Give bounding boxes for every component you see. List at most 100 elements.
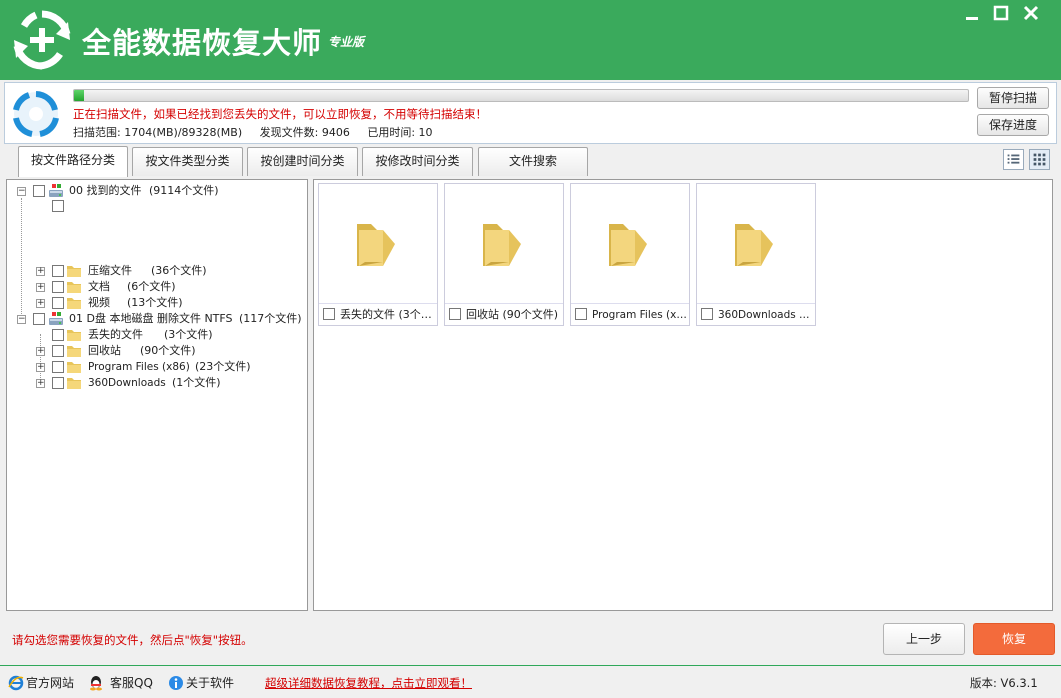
thumbnail-view-icon[interactable] <box>1029 149 1050 170</box>
minimize-button[interactable] <box>961 4 983 24</box>
collapse-toggle[interactable]: − <box>17 187 26 196</box>
folder-icon <box>67 266 81 277</box>
elapsed-time: 已用时间: 10 <box>367 126 433 139</box>
scan-range: 扫描范围: 1704(MB)/89328(MB) <box>73 126 243 139</box>
tree-checkbox[interactable] <box>52 377 64 389</box>
folder-icon <box>67 362 81 373</box>
tab-by-type[interactable]: 按文件类型分类 <box>132 147 243 176</box>
file-name: 360Downloads (1个文件) <box>718 309 813 321</box>
scan-progress-bar <box>73 89 969 102</box>
app-title: 全能数据恢复大师 <box>82 26 323 60</box>
folder-icon <box>67 346 81 357</box>
expand-toggle[interactable]: + <box>36 267 45 276</box>
expand-toggle[interactable]: + <box>36 379 45 388</box>
file-caption: 丢失的文件 (3个文件) <box>319 303 437 325</box>
file-caption: Program Files (x86) (23个文件) <box>571 303 689 325</box>
tree-node-archives[interactable]: + 压缩文件 (36个文件) <box>7 263 307 279</box>
found-count: 发现文件数: 9406 <box>259 126 350 139</box>
website-label: 官方网站 <box>26 676 75 690</box>
scan-progress-fill <box>74 90 84 101</box>
file-checkbox[interactable] <box>701 308 713 320</box>
folder-icon <box>67 282 81 293</box>
tab-by-created[interactable]: 按创建时间分类 <box>247 147 358 176</box>
tree-checkbox[interactable] <box>52 297 64 309</box>
maximize-button[interactable] <box>990 4 1012 24</box>
tree-label: 文档 <box>88 280 110 293</box>
folder-icon <box>735 224 773 266</box>
tree-node-recycle-bin[interactable]: + 回收站 (90个文件) <box>7 343 307 359</box>
file-card[interactable]: 丢失的文件 (3个文件) <box>318 183 438 326</box>
file-card[interactable]: Program Files (x86) (23个文件) <box>570 183 690 326</box>
tree-label: 丢失的文件 <box>88 328 143 341</box>
qq-label: 客服QQ <box>110 676 153 690</box>
expand-toggle[interactable]: + <box>36 363 45 372</box>
close-button[interactable] <box>1020 4 1042 24</box>
tutorial-link[interactable]: 超级详细数据恢复教程，点击立即观看！ <box>265 675 472 691</box>
tree-checkbox[interactable] <box>52 265 64 277</box>
tree-node-program-files[interactable]: + Program Files (x86) (23个文件) <box>7 359 307 375</box>
tree-checkbox[interactable] <box>33 313 45 325</box>
save-progress-button[interactable]: 保存进度 <box>977 114 1049 136</box>
tree-node-found-files[interactable]: − 00 找到的文件 (9114个文件) <box>7 183 307 199</box>
file-checkbox[interactable] <box>575 308 587 320</box>
pause-scan-button[interactable]: 暂停扫描 <box>977 87 1049 109</box>
tree-count: (36个文件) <box>151 264 207 277</box>
tree-checkbox[interactable] <box>33 185 45 197</box>
tab-file-search[interactable]: 文件搜索 <box>478 147 588 176</box>
tree-checkbox[interactable] <box>52 200 64 212</box>
support-qq-link[interactable]: 客服QQ <box>88 675 158 691</box>
tree-count: (117个文件) <box>239 312 302 325</box>
folder-icon <box>67 298 81 309</box>
tree-checkbox[interactable] <box>52 361 64 373</box>
tree-checkbox[interactable] <box>52 345 64 357</box>
recover-button[interactable]: 恢复 <box>973 623 1055 655</box>
folder-icon <box>67 330 81 341</box>
tree-checkbox[interactable] <box>52 281 64 293</box>
list-view-icon[interactable] <box>1003 149 1024 170</box>
file-card[interactable]: 回收站 (90个文件) <box>444 183 564 326</box>
info-icon <box>169 676 183 690</box>
about-software-link[interactable]: 关于软件 <box>168 675 238 691</box>
tree-node-documents[interactable]: + 文档 (6个文件) <box>7 279 307 295</box>
folder-tree: − 00 找到的文件 (9114个文件) + 压缩文件 (36个文件) + 文档… <box>6 179 308 611</box>
file-name: 丢失的文件 (3个文件) <box>340 308 435 321</box>
tree-count: (3个文件) <box>164 328 213 341</box>
tree-node-videos[interactable]: + 视频 (13个文件) <box>7 295 307 311</box>
tab-by-modified[interactable]: 按修改时间分类 <box>362 147 473 176</box>
version-label: 版本: V6.3.1 <box>970 676 1038 690</box>
file-checkbox[interactable] <box>449 308 461 320</box>
scan-stats: 扫描范围: 1704(MB)/89328(MB) 发现文件数: 9406 已用时… <box>73 124 447 140</box>
official-website-link[interactable]: 官方网站 <box>8 675 78 691</box>
folder-icon <box>357 224 395 266</box>
tab-by-path[interactable]: 按文件路径分类 <box>18 146 128 177</box>
tree-count: (90个文件) <box>140 344 196 357</box>
file-caption: 360Downloads (1个文件) <box>697 303 815 325</box>
scan-panel: 正在扫描文件，如果已经找到您丢失的文件，可以立即恢复，不用等待扫描结束！ 扫描范… <box>4 82 1057 144</box>
file-name: Program Files (x86) (23个文件) <box>592 309 687 321</box>
folder-icon <box>483 224 521 266</box>
scan-spinner-icon <box>13 91 59 137</box>
tree-label: Program Files (x86) <box>88 361 190 373</box>
recovery-plus-icon <box>13 10 71 70</box>
status-bar: 官方网站 客服QQ 关于软件 超级详细数据恢复教程，点击立即观看！ 版本: V6… <box>0 665 1061 698</box>
qq-penguin-icon <box>90 676 102 691</box>
expand-toggle[interactable]: + <box>36 283 45 292</box>
file-checkbox[interactable] <box>323 308 335 320</box>
tree-checkbox[interactable] <box>52 329 64 341</box>
tree-label: 压缩文件 <box>88 264 132 277</box>
collapse-toggle[interactable]: − <box>17 315 26 324</box>
tree-node-drive-d[interactable]: − 01 D盘 本地磁盘 删除文件 NTFS (117个文件) <box>7 311 307 327</box>
drive-icon <box>49 312 63 325</box>
previous-step-button[interactable]: 上一步 <box>883 623 965 655</box>
drive-icon <box>49 184 63 197</box>
tree-node-lost-files[interactable]: 丢失的文件 (3个文件) <box>7 327 307 343</box>
expand-toggle[interactable]: + <box>36 299 45 308</box>
tree-label: 01 D盘 本地磁盘 删除文件 NTFS <box>69 312 233 325</box>
expand-toggle[interactable]: + <box>36 347 45 356</box>
folder-icon <box>67 378 81 389</box>
file-name: 回收站 (90个文件) <box>466 308 559 321</box>
tree-node-360downloads[interactable]: + 360Downloads (1个文件) <box>7 375 307 391</box>
folder-icon <box>609 224 647 266</box>
tree-label: 360Downloads <box>88 377 166 389</box>
file-card[interactable]: 360Downloads (1个文件) <box>696 183 816 326</box>
